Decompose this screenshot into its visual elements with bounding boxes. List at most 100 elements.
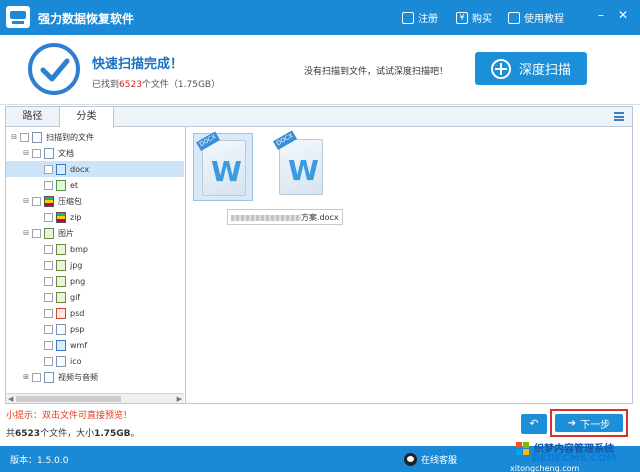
- tree-checkbox[interactable]: [44, 308, 53, 318]
- found-count: 6523: [119, 80, 142, 90]
- tree-checkbox[interactable]: [44, 260, 53, 270]
- checkmark-icon: [28, 43, 80, 95]
- tree-checkbox[interactable]: [32, 372, 41, 382]
- tree-item[interactable]: zip: [6, 209, 184, 225]
- yen-icon: ¥: [456, 11, 468, 24]
- scan-complete-title: 快速扫描完成！: [92, 57, 184, 72]
- tree-item[interactable]: bmp: [6, 241, 184, 257]
- tree-item[interactable]: psd: [6, 305, 184, 321]
- expand-toggle-icon[interactable]: ⊟: [22, 229, 30, 237]
- scrollbar-thumb[interactable]: [16, 396, 121, 402]
- back-button[interactable]: ↶: [521, 414, 547, 434]
- tree-checkbox[interactable]: [44, 164, 53, 174]
- tree-checkbox[interactable]: [44, 340, 53, 350]
- view-tabs: 路径 分类: [6, 107, 632, 128]
- tree-item-label: gif: [70, 292, 81, 302]
- tree-item[interactable]: wmf: [6, 337, 184, 353]
- tree-item[interactable]: et: [6, 177, 184, 193]
- tree-item[interactable]: psp: [6, 321, 184, 337]
- tree-item[interactable]: docx: [6, 161, 184, 177]
- file-grid: DOCX W DOCX W 方案.docx: [187, 127, 632, 403]
- file-item[interactable]: DOCX W: [271, 130, 331, 201]
- tree-item-label: 图片: [58, 228, 74, 238]
- tree-item-label: png: [70, 276, 86, 286]
- buy-button[interactable]: ¥ 购买: [456, 10, 492, 25]
- tree-horizontal-scrollbar[interactable]: ◀ ▶: [6, 393, 184, 403]
- tree-item[interactable]: ⊟ 图片: [6, 225, 184, 241]
- next-button[interactable]: ➜ 下一步: [555, 414, 623, 432]
- tutorial-button[interactable]: 使用教程: [508, 10, 564, 25]
- tree-checkbox[interactable]: [44, 212, 53, 222]
- tree-item-label: 视频与音频: [58, 372, 98, 382]
- tree-checkbox[interactable]: [44, 276, 53, 286]
- windows-logo-icon: [516, 442, 529, 455]
- tree-checkbox[interactable]: [32, 228, 41, 238]
- blue-file-icon: [56, 163, 66, 175]
- tree-item[interactable]: ⊟ 扫描到的文件: [6, 129, 184, 145]
- register-button[interactable]: 注册: [402, 10, 438, 25]
- tree-checkbox[interactable]: [20, 132, 29, 142]
- expand-toggle-icon[interactable]: ⊟: [22, 197, 30, 205]
- zip-file-icon: [56, 211, 66, 223]
- tree-item[interactable]: jpg: [6, 257, 184, 273]
- tab-category[interactable]: 分类: [60, 107, 114, 128]
- tree-checkbox[interactable]: [44, 356, 53, 366]
- tree-item-label: zip: [70, 212, 82, 222]
- tree-item-label: 文档: [58, 148, 74, 158]
- tree-item-label: psp: [70, 324, 85, 334]
- doc-file-icon: [32, 131, 42, 143]
- tab-path[interactable]: 路径: [6, 107, 60, 127]
- register-icon: [402, 11, 414, 24]
- tree-item[interactable]: ico: [6, 353, 184, 369]
- scroll-left-icon[interactable]: ◀: [8, 394, 13, 403]
- tree-checkbox[interactable]: [32, 196, 41, 206]
- file-item[interactable]: DOCX W: [193, 131, 253, 201]
- expand-toggle-icon[interactable]: ⊞: [22, 373, 30, 381]
- minimize-icon[interactable]: –: [594, 8, 608, 22]
- tree-item[interactable]: ⊞ 视频与音频: [6, 369, 184, 385]
- app-logo-icon: [6, 6, 30, 28]
- tree-item-label: ico: [70, 356, 82, 366]
- menu-icon[interactable]: [614, 112, 624, 121]
- img-file-icon: [56, 259, 66, 271]
- tree-item-label: bmp: [70, 244, 88, 254]
- scroll-right-icon[interactable]: ▶: [177, 394, 182, 403]
- tree-checkbox[interactable]: [44, 324, 53, 334]
- file-name-tooltip: 方案.docx: [227, 209, 343, 225]
- total-summary: 共6523个文件，大小1.75GB。: [6, 429, 140, 439]
- deep-scan-tip: 没有扫描到文件，试试深度扫描吧！: [304, 67, 449, 77]
- tree-item[interactable]: ⊟ 压缩包: [6, 193, 184, 209]
- tree-checkbox[interactable]: [44, 244, 53, 254]
- img-file-icon: [56, 243, 66, 255]
- tree-item-label: jpg: [70, 260, 83, 270]
- expand-toggle-icon[interactable]: ⊟: [10, 133, 18, 141]
- expand-toggle-icon[interactable]: ⊟: [22, 149, 30, 157]
- next-button-highlight: ➜ 下一步: [550, 409, 628, 437]
- tree-checkbox[interactable]: [44, 180, 53, 190]
- tree-checkbox[interactable]: [44, 292, 53, 302]
- title-bar: 强力数据恢复软件 注册 ¥ 购买 使用教程 – ✕: [0, 0, 640, 35]
- tree-item-label: psd: [70, 308, 85, 318]
- tree-item[interactable]: png: [6, 273, 184, 289]
- tree-item[interactable]: gif: [6, 289, 184, 305]
- close-icon[interactable]: ✕: [616, 8, 630, 22]
- tree-checkbox[interactable]: [32, 148, 41, 158]
- deep-scan-button[interactable]: 深度扫描: [475, 52, 587, 85]
- tree-item-label: docx: [70, 164, 90, 174]
- scan-result-header: 快速扫描完成！ 已找到6523个文件（1.75GB） 没有扫描到文件，试试深度扫…: [0, 35, 640, 105]
- online-service-button[interactable]: 在线客服: [404, 450, 457, 468]
- red-file-icon: [56, 307, 66, 319]
- img-file-icon: [44, 227, 54, 239]
- book-icon: [508, 11, 520, 24]
- doc-file-icon: [56, 355, 66, 367]
- version-label: 版本：1.5.0.0: [10, 456, 69, 466]
- tree-item[interactable]: ⊟ 文档: [6, 145, 184, 161]
